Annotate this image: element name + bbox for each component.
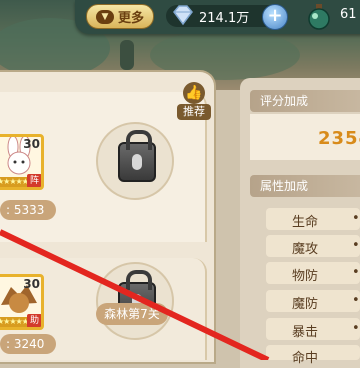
attr-name: 生命: [292, 215, 319, 230]
attr-bullet: •: [352, 265, 360, 280]
more-label: 更多: [117, 11, 144, 26]
attr-name: 命中: [292, 351, 319, 366]
resource2-value: 61: [340, 7, 357, 22]
potion-icon: [308, 4, 330, 30]
attr-header: 属性加成: [250, 175, 360, 197]
hero-slot-1[interactable]: 30 ★★★★★ 阵: [0, 134, 44, 190]
recommend-button[interactable]: 👍 推荐: [177, 80, 211, 122]
recommend-label: 推荐: [177, 104, 211, 120]
add-gems-button[interactable]: +: [262, 4, 288, 30]
hero-level: 30: [23, 137, 40, 151]
lock-icon: [118, 130, 156, 182]
diamond-icon: [173, 5, 193, 26]
locked-slot[interactable]: [96, 262, 174, 340]
attr-name: 魔防: [292, 297, 319, 312]
attr-bullet: •: [352, 321, 360, 336]
attr-bullet: •: [352, 238, 360, 253]
attr-name: 物防: [292, 269, 319, 284]
score-value: 2354: [318, 128, 360, 149]
attr-bullet: •: [352, 293, 360, 308]
bg-tree: [120, 40, 134, 70]
chevron-down-icon: ▼: [95, 9, 114, 24]
hero-power: : 3240: [0, 334, 56, 354]
score-header: 评分加成: [250, 90, 360, 112]
hero-tag: 助: [27, 314, 41, 327]
hero-tag: 阵: [27, 174, 41, 187]
more-button[interactable]: ▼ 更多: [86, 4, 154, 29]
hero-slot-2[interactable]: 30 ★★★★★ 助: [0, 274, 44, 330]
unlock-stage-label: 森林第7关: [96, 303, 168, 325]
attr-bullet: •: [352, 211, 360, 226]
attr-name: 暴击: [292, 325, 319, 340]
thumbs-up-icon: 👍: [183, 82, 205, 104]
gem-value: 214.1万: [199, 11, 250, 26]
attr-name: 魔攻: [292, 242, 319, 257]
hero-power: : 5333: [0, 200, 56, 220]
locked-slot[interactable]: [96, 122, 174, 200]
hero-level: 30: [23, 277, 40, 291]
